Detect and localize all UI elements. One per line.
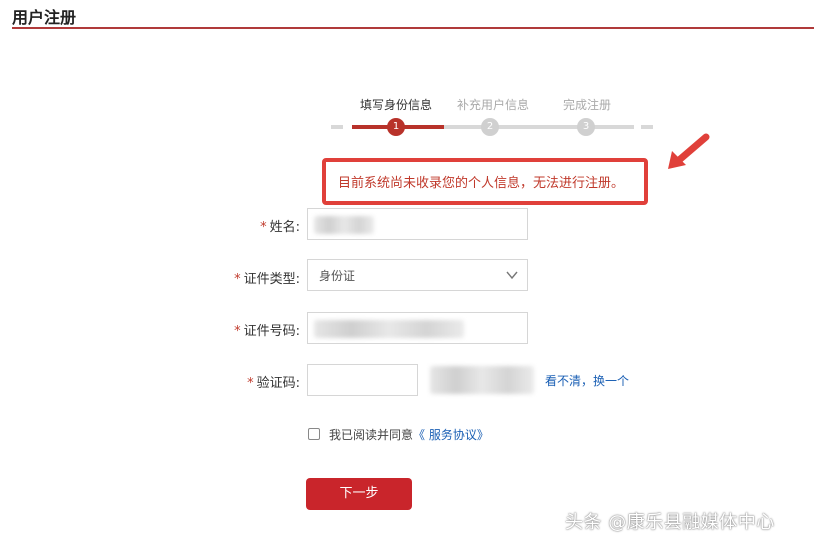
name-label: * 姓名: — [260, 220, 300, 235]
step-2-dot: 2 — [481, 118, 499, 136]
blurred-name — [314, 216, 374, 234]
id-type-label: * 证件类型: — [234, 272, 300, 287]
next-step-button[interactable]: 下一步 — [306, 478, 412, 510]
red-arrow-icon — [668, 133, 710, 169]
id-number-field[interactable] — [307, 312, 528, 344]
captcha-label: * 验证码: — [247, 376, 300, 391]
step-1-dot: 1 — [387, 118, 405, 136]
step-3-dot: 3 — [577, 118, 595, 136]
service-agreement-link[interactable]: 《 服务协议》 — [413, 428, 489, 442]
captcha-field[interactable] — [307, 364, 418, 396]
chevron-down-icon — [506, 271, 518, 280]
agree-text: 我已阅读并同意《 服务协议》 — [329, 428, 489, 442]
error-message-box: 目前系统尚未收录您的个人信息，无法进行注册。 — [322, 158, 648, 205]
step-3-label: 完成注册 — [563, 98, 612, 112]
page-title: 用户注册 — [12, 8, 77, 27]
step-2-label: 补充用户信息 — [457, 98, 530, 112]
step-track-rest — [444, 125, 634, 129]
error-message: 目前系统尚未收录您的个人信息，无法进行注册。 — [338, 176, 625, 191]
id-type-select[interactable]: 身份证 — [307, 259, 528, 291]
step-1-label: 填写身份信息 — [360, 98, 433, 112]
name-field[interactable] — [307, 208, 528, 240]
captcha-image[interactable] — [430, 366, 534, 394]
step-track-right — [641, 125, 653, 129]
captcha-refresh-link[interactable]: 看不清，换一个 — [545, 372, 629, 389]
watermark: 头条 @康乐县融媒体中心 — [565, 512, 775, 533]
id-type-value: 身份证 — [319, 269, 356, 283]
step-track-left — [331, 125, 343, 129]
agree-checkbox[interactable] — [308, 428, 320, 440]
title-divider — [12, 27, 814, 29]
blurred-id-number — [314, 320, 464, 338]
id-number-label: * 证件号码: — [234, 324, 300, 339]
